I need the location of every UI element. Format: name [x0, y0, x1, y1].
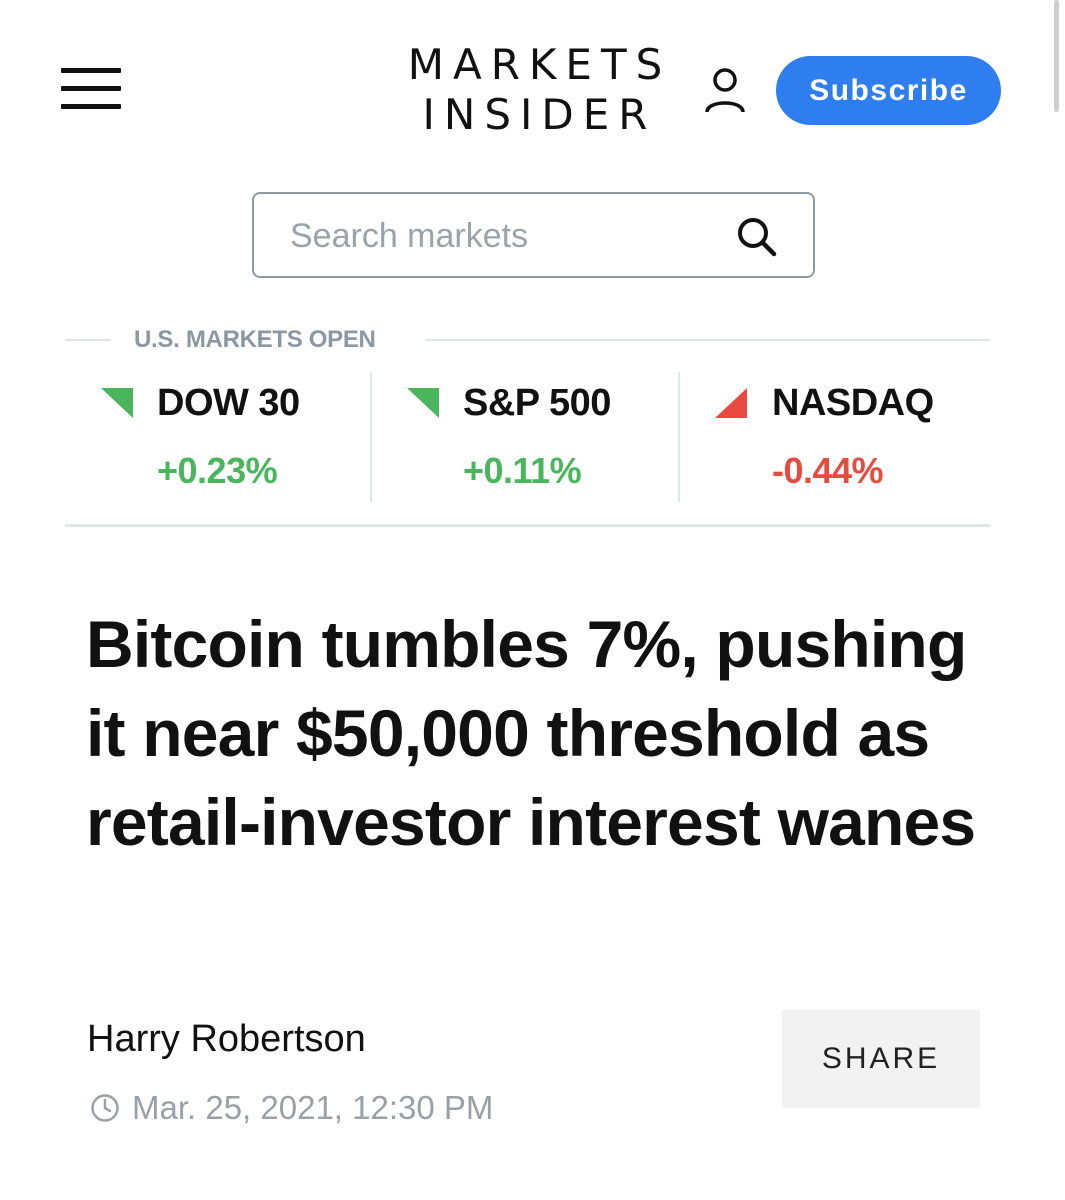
- clock-icon: [91, 1094, 119, 1122]
- down-arrow-icon: [407, 388, 439, 418]
- down-arrow-icon: [101, 388, 133, 418]
- index-dow[interactable]: DOW 30 +0.23%: [101, 380, 371, 510]
- logo-line-insider: INSIDER: [422, 90, 657, 139]
- search-icon[interactable]: [734, 214, 782, 262]
- hamburger-menu-icon[interactable]: [61, 68, 121, 112]
- index-nasdaq[interactable]: NASDAQ -0.44%: [715, 380, 985, 510]
- search-input[interactable]: [290, 214, 720, 258]
- scrollbar[interactable]: [1051, 0, 1065, 1200]
- index-change: +0.11%: [463, 450, 582, 491]
- search-box: [252, 192, 815, 278]
- markets-ticker: U.S. MARKETS OPEN DOW 30 +0.23% S&P 500 …: [65, 322, 990, 528]
- index-sp500[interactable]: S&P 500 +0.11%: [407, 380, 677, 510]
- up-arrow-icon: [715, 388, 747, 418]
- user-account-icon[interactable]: [704, 68, 746, 114]
- logo-line-markets: MARKETS: [407, 40, 672, 89]
- article-headline: Bitcoin tumbles 7%, pushing it near $50,…: [86, 607, 976, 859]
- index-change: +0.23%: [157, 450, 278, 491]
- index-change: -0.44%: [772, 450, 884, 491]
- divider: [678, 372, 680, 502]
- share-button[interactable]: SHARE: [782, 1010, 980, 1108]
- index-name: NASDAQ: [772, 382, 934, 424]
- author-name[interactable]: Harry Robertson: [87, 1018, 366, 1061]
- index-name: DOW 30: [157, 382, 300, 424]
- site-logo[interactable]: MARKETS INSIDER: [390, 40, 680, 140]
- market-status: U.S. MARKETS OPEN: [134, 326, 376, 353]
- index-name: S&P 500: [463, 382, 611, 424]
- publish-date: Mar. 25, 2021, 12:30 PM: [90, 1088, 493, 1128]
- subscribe-button[interactable]: Subscribe: [776, 56, 1001, 125]
- divider: [65, 524, 990, 527]
- divider: [425, 339, 990, 341]
- divider: [370, 372, 372, 502]
- date-text: Mar. 25, 2021, 12:30 PM: [132, 1089, 494, 1126]
- site-header: MARKETS INSIDER Subscribe: [0, 0, 1065, 160]
- divider: [65, 339, 111, 341]
